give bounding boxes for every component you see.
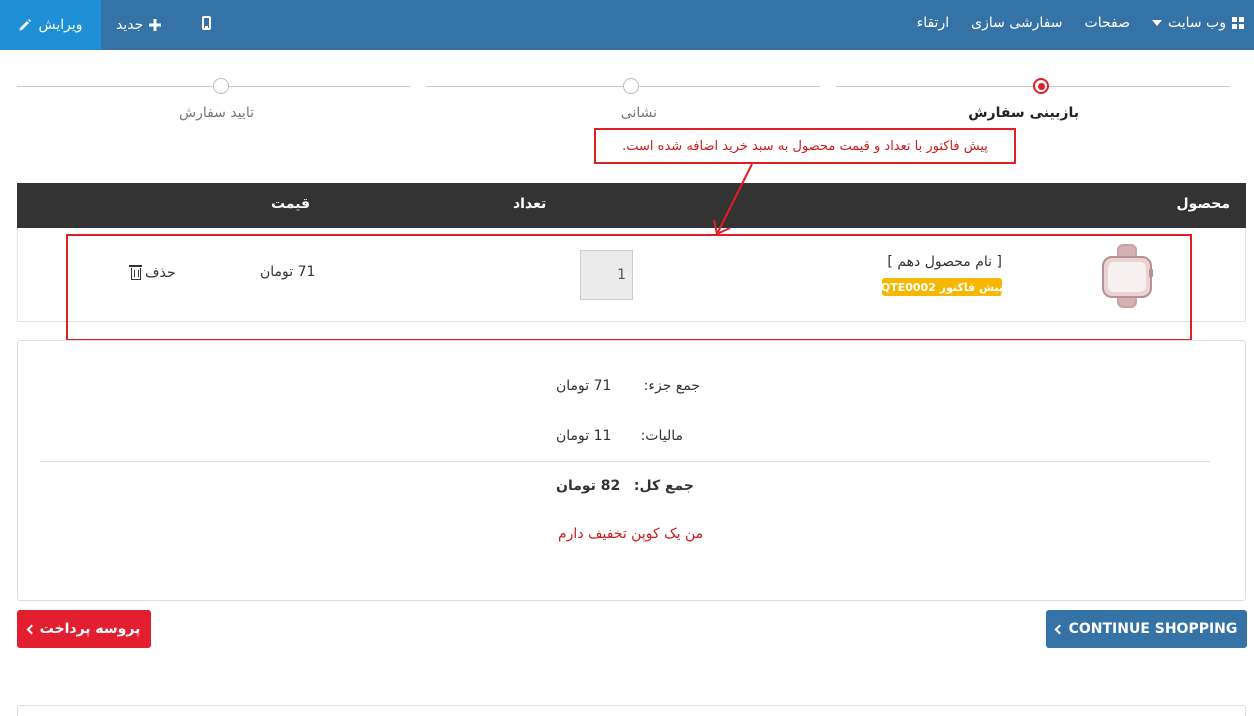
annotation-note: پیش فاکتور با تعداد و قیمت محصول به سبد … (594, 128, 1016, 164)
plus-icon (149, 19, 162, 31)
continue-shopping-label: CONTINUE SHOPPING (1068, 621, 1238, 637)
checkout-button[interactable]: پروسه پرداخت (17, 610, 151, 648)
chevron-left-icon (1054, 624, 1065, 634)
nav-website-label: وب سایت (1167, 15, 1226, 31)
step-dot-address (623, 78, 639, 94)
tax-label: مالیات: (640, 428, 683, 444)
annotation-highlight-box (66, 234, 1192, 341)
mobile-preview-button[interactable] (202, 0, 211, 46)
top-toolbar: ویرایش جدید وب سایت صفحات سفارشی سازی ار… (0, 0, 1254, 50)
nav-pages[interactable]: صفحات (1085, 15, 1130, 31)
total-label: جمع کل: (633, 478, 694, 494)
chevron-left-icon (26, 624, 37, 634)
nav-upgrade-label: ارتقاء (916, 15, 950, 31)
cart-table-header: محصول تعداد قیمت (17, 183, 1246, 228)
pencil-icon (19, 19, 32, 31)
total-value: 82 تومان (556, 478, 621, 494)
continue-shopping-button[interactable]: CONTINUE SHOPPING (1046, 610, 1247, 648)
step-dot-confirm (213, 78, 229, 94)
edit-button-label: ویرایش (38, 17, 83, 33)
mobile-icon (202, 16, 211, 30)
new-button[interactable]: جدید (116, 0, 162, 50)
header-price: قیمت (271, 196, 311, 212)
totals-divider (40, 461, 1210, 462)
coupon-link[interactable]: من یک کوپن تخفیف دارم (558, 526, 703, 542)
caret-down-icon (1151, 20, 1162, 26)
nav-website-dropdown[interactable]: وب سایت (1151, 15, 1244, 31)
step-label-address: نشانی (620, 105, 657, 121)
nav-customize[interactable]: سفارشی سازی (971, 15, 1062, 31)
step-label-confirm: تایید سفارش (178, 105, 254, 121)
step-dot-review (1033, 78, 1049, 94)
nav-pages-label: صفحات (1084, 15, 1130, 31)
annotation-arrow-icon (713, 163, 753, 236)
grid-icon (1232, 17, 1244, 29)
nav-upgrade[interactable]: ارتقاء (917, 15, 949, 31)
bottom-panel (17, 705, 1246, 716)
step-label-review: بازبینی سفارش (968, 105, 1079, 121)
cart-totals-panel (17, 340, 1246, 601)
checkout-button-label: پروسه پرداخت (39, 621, 141, 637)
subtotal-value: 71 تومان (556, 378, 612, 394)
header-quantity: تعداد (513, 196, 547, 212)
top-navigation: وب سایت صفحات سفارشی سازی ارتقاء (917, 0, 1244, 46)
header-product: محصول (1176, 196, 1230, 212)
subtotal-label: جمع جزء: (643, 378, 700, 394)
nav-customize-label: سفارشی سازی (971, 15, 1063, 31)
tax-value: 11 تومان (556, 428, 612, 444)
new-button-label: جدید (116, 17, 144, 33)
edit-button[interactable]: ویرایش (0, 0, 101, 50)
